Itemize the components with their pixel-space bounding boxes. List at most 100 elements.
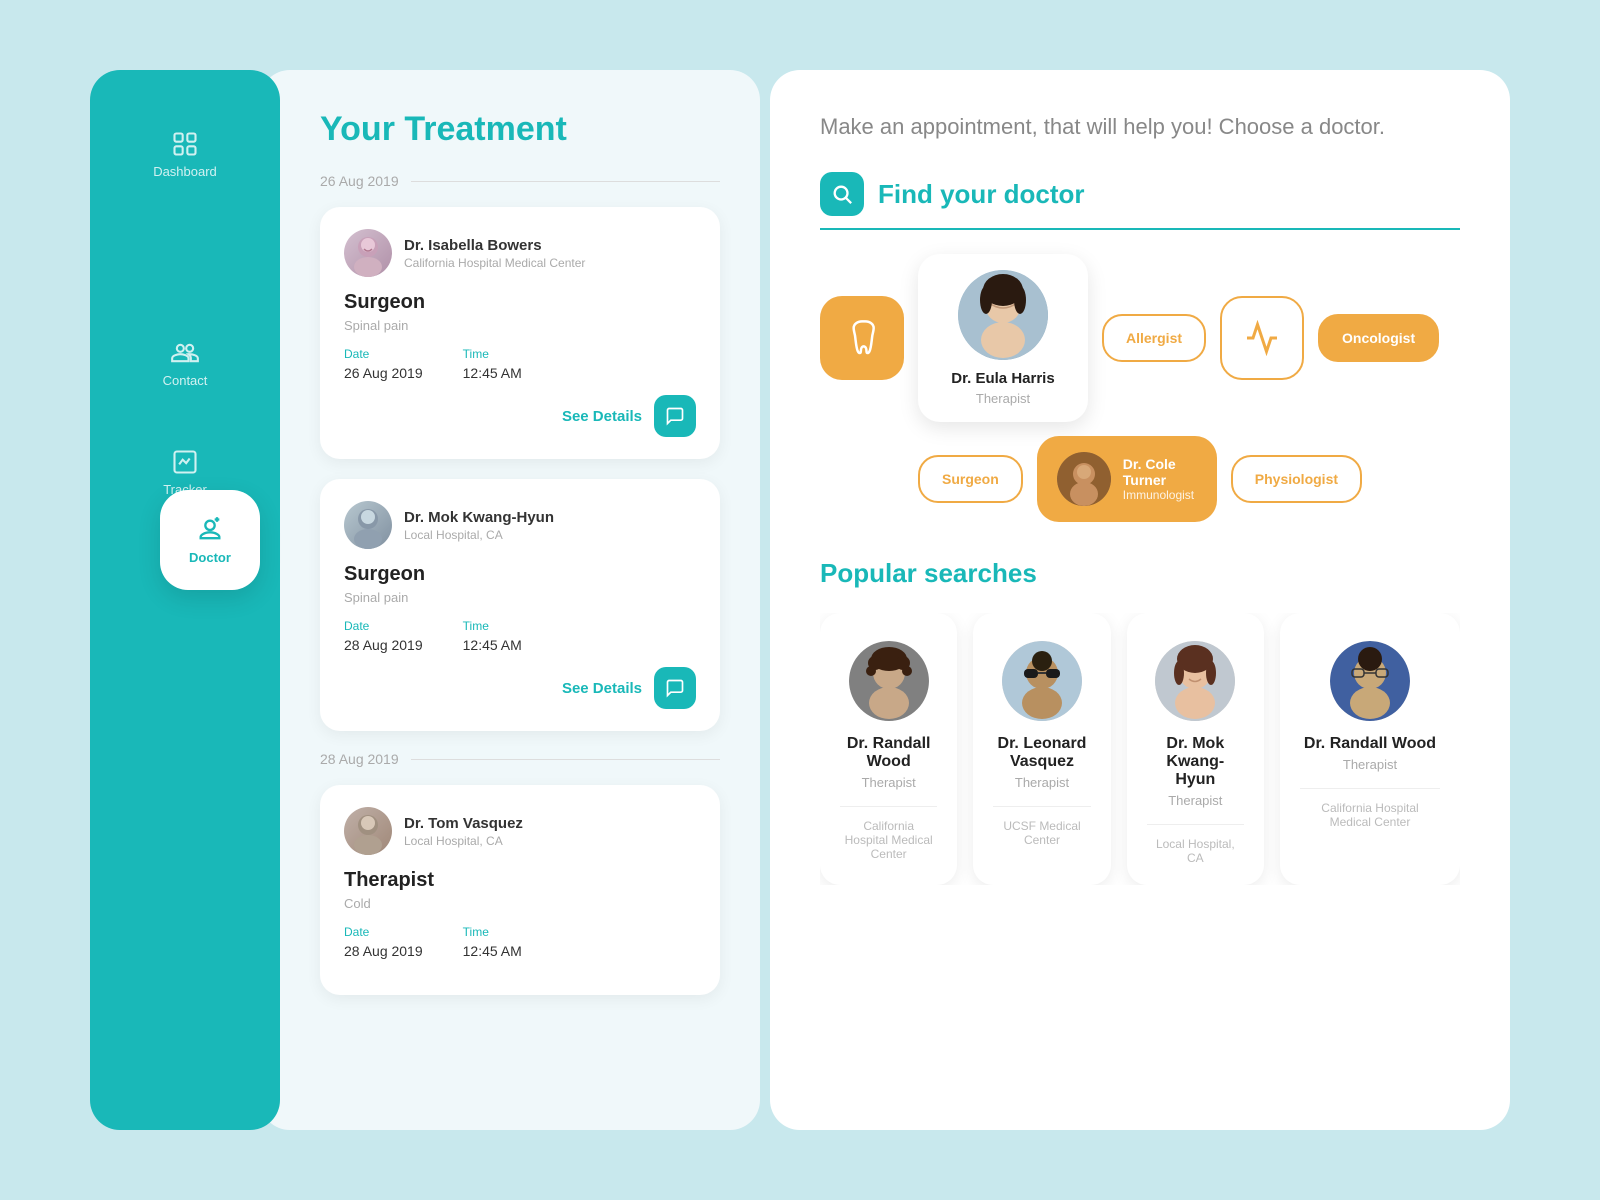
popular-card-partial[interactable]: Dr. Randall Wood Therapist California Ho… (1280, 613, 1460, 885)
time-value-1: 12:45 AM (463, 365, 522, 381)
dashboard-icon (171, 130, 199, 158)
time-block-2: Time 12:45 AM (463, 619, 522, 653)
time-label-3: Time (463, 925, 522, 939)
popular-card-mok[interactable]: Dr. Mok Kwang-Hyun Therapist Local Hospi… (1127, 613, 1264, 885)
card-header-1: Dr. Isabella Bowers California Hospital … (344, 229, 696, 277)
search-icon (831, 183, 853, 205)
allergist-label: Allergist (1126, 330, 1182, 346)
time-value-3: 12:45 AM (463, 943, 522, 959)
specialty-physiologist[interactable]: Physiologist (1231, 455, 1362, 503)
pop-name-1: Dr. Leonard Vasquez (993, 735, 1090, 771)
condition-2: Spinal pain (344, 590, 696, 605)
doctor-info-3: Dr. Tom Vasquez Local Hospital, CA (404, 815, 523, 848)
leonard-avatar (1002, 641, 1082, 721)
sidebar-contact-label: Contact (163, 373, 208, 388)
eula-face (958, 270, 1048, 360)
date-value-2: 28 Aug 2019 (344, 637, 423, 653)
date-block-1: Date 26 Aug 2019 (344, 347, 423, 381)
doctor-info-1: Dr. Isabella Bowers California Hospital … (404, 237, 585, 270)
doctor-hospital-2: Local Hospital, CA (404, 528, 554, 542)
popular-card-randall[interactable]: Dr. Randall Wood Therapist California Ho… (820, 613, 957, 885)
find-doctor-header: Find your doctor (820, 172, 1460, 230)
sidebar-item-dashboard[interactable]: Dashboard (90, 110, 280, 199)
date-block-2: Date 28 Aug 2019 (344, 619, 423, 653)
left-panel: Your Treatment 26 Aug 2019 Dr. Isabella … (260, 70, 760, 1130)
date-label-block-2: Date (344, 619, 423, 633)
popular-searches-section: Popular searches (820, 558, 1460, 885)
specialty-cardiologist[interactable] (1220, 296, 1304, 380)
condition-3: Cold (344, 896, 696, 911)
popular-card-leonard[interactable]: Dr. Leonard Vasquez Therapist UCSF Medic… (973, 613, 1110, 885)
doctor-hospital-3: Local Hospital, CA (404, 834, 523, 848)
see-details-1[interactable]: See Details (562, 408, 642, 425)
search-icon-container[interactable] (820, 172, 864, 216)
specialty-oncologist[interactable]: Oncologist (1318, 314, 1439, 362)
pop-role-2: Therapist (1147, 793, 1244, 808)
doctor-fab-label: Doctor (189, 550, 231, 565)
add-doctor-icon (196, 516, 224, 544)
pop-divider-3 (1300, 788, 1440, 789)
date-value-1: 26 Aug 2019 (344, 365, 423, 381)
cole-avatar (1057, 452, 1111, 506)
find-doctor-section: Find your doctor (820, 172, 1460, 522)
chat-button-1[interactable] (654, 395, 696, 437)
tracker-icon (171, 448, 199, 476)
card-footer-2: See Details (344, 667, 696, 709)
randall-face (849, 641, 929, 721)
specialty-dentist[interactable] (820, 296, 904, 380)
chat-button-2[interactable] (654, 667, 696, 709)
appointment-headline: Make an appointment, that will help you!… (820, 114, 1460, 140)
eula-name: Dr. Eula Harris (938, 370, 1068, 387)
avatar-tom (344, 807, 392, 855)
cole-face (1057, 452, 1111, 506)
doctor-name-1: Dr. Isabella Bowers (404, 237, 585, 254)
date-group-1: 26 Aug 2019 (320, 173, 720, 189)
time-value-2: 12:45 AM (463, 637, 522, 653)
doctor-fab[interactable]: Doctor (160, 490, 260, 590)
time-label-2: Time (463, 619, 522, 633)
pop-role-0: Therapist (840, 775, 937, 790)
surgeon-label: Surgeon (942, 471, 999, 487)
time-block-3: Time 12:45 AM (463, 925, 522, 959)
doctor-hospital-1: California Hospital Medical Center (404, 256, 585, 270)
heart-icon (1244, 320, 1280, 356)
pop-role-1: Therapist (993, 775, 1090, 790)
date-label-block-3: Date (344, 925, 423, 939)
pop-divider-2 (1147, 824, 1244, 825)
avatar-isabella (344, 229, 392, 277)
right-panel: Make an appointment, that will help you!… (770, 70, 1510, 1130)
specialty-surgeon[interactable]: Surgeon (918, 455, 1023, 503)
doctor-name-2: Dr. Mok Kwang-Hyun (404, 509, 554, 526)
appointment-card-2: Dr. Mok Kwang-Hyun Local Hospital, CA Su… (320, 479, 720, 731)
pop-divider-0 (840, 806, 937, 807)
face-icon-2 (344, 501, 392, 549)
datetime-3: Date 28 Aug 2019 Time 12:45 AM (344, 925, 696, 959)
condition-1: Spinal pain (344, 318, 696, 333)
physiologist-label: Physiologist (1255, 471, 1338, 487)
popular-title: Popular searches (820, 558, 1460, 589)
sidebar-item-contact[interactable]: Contact (90, 319, 280, 408)
datetime-1: Date 26 Aug 2019 Time 12:45 AM (344, 347, 696, 381)
specialty-allergist[interactable]: Allergist (1102, 314, 1206, 362)
time-block-1: Time 12:45 AM (463, 347, 522, 381)
partial-avatar (1330, 641, 1410, 721)
avatar-mok (344, 501, 392, 549)
specialty-3: Therapist (344, 869, 696, 892)
pop-role-3: Therapist (1300, 757, 1440, 772)
featured-doctor-eula[interactable]: Dr. Eula Harris Therapist (918, 254, 1088, 422)
card-header-2: Dr. Mok Kwang-Hyun Local Hospital, CA (344, 501, 696, 549)
sidebar-dashboard-label: Dashboard (153, 164, 217, 179)
doctor-name-3: Dr. Tom Vasquez (404, 815, 523, 832)
see-details-2[interactable]: See Details (562, 680, 642, 697)
pop-hospital-0: California Hospital Medical Center (840, 819, 937, 861)
specialty-2: Surgeon (344, 563, 696, 586)
contact-icon (171, 339, 199, 367)
cole-role: Immunologist (1123, 488, 1197, 502)
date-label-2: 28 Aug 2019 (320, 751, 399, 767)
pop-name-3: Dr. Randall Wood (1300, 735, 1440, 753)
mok-face (1155, 641, 1235, 721)
find-doctor-title: Find your doctor (878, 179, 1085, 210)
pop-hospital-2: Local Hospital, CA (1147, 837, 1244, 865)
cole-info: Dr. Cole Turner Immunologist (1123, 456, 1197, 502)
featured-doctor-cole[interactable]: Dr. Cole Turner Immunologist (1037, 436, 1217, 522)
